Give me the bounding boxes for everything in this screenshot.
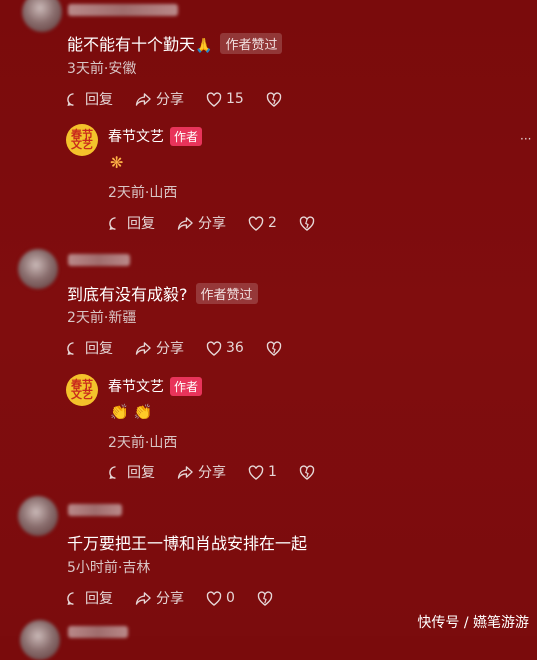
reply-icon bbox=[109, 216, 116, 230]
author-tag: 作者 bbox=[170, 127, 203, 146]
like-button[interactable]: 0 bbox=[206, 590, 235, 606]
reply-icon bbox=[67, 341, 74, 355]
author-tag: 作者 bbox=[170, 377, 203, 396]
broken-heart-icon bbox=[299, 215, 315, 231]
firework-emoji: ❋ bbox=[110, 153, 124, 172]
reply-button[interactable]: 回复 bbox=[66, 338, 113, 358]
reply-label: 回复 bbox=[127, 216, 155, 232]
broken-heart-icon bbox=[257, 590, 273, 606]
reply-icon bbox=[67, 591, 74, 605]
like-count: 15 bbox=[226, 91, 244, 107]
reply-label: 回复 bbox=[85, 341, 113, 357]
comment-actions: 回复 分享 0 bbox=[66, 588, 299, 608]
share-button[interactable]: 分享 bbox=[135, 89, 184, 109]
share-button[interactable]: 分享 bbox=[135, 338, 184, 358]
dislike-button[interactable] bbox=[266, 340, 286, 356]
username-blurred[interactable] bbox=[68, 4, 178, 16]
like-button[interactable]: 36 bbox=[206, 340, 244, 356]
reply-actions: 回复 分享 1 bbox=[108, 462, 341, 482]
reply-icon bbox=[109, 465, 116, 479]
share-icon bbox=[177, 465, 193, 479]
share-label: 分享 bbox=[198, 465, 226, 481]
watermark: 快传号 / 嬿笔游游 bbox=[417, 615, 529, 631]
comment-meta: 5小时前·吉林 bbox=[67, 560, 151, 576]
author-avatar-logo: 春节文艺 bbox=[71, 128, 93, 151]
comment-text: 千万要把王一博和肖战安排在一起 bbox=[67, 530, 307, 554]
author-liked-badge: 作者赞过 bbox=[195, 283, 258, 304]
reply-label: 回复 bbox=[127, 465, 155, 481]
clap-emoji: 👏 👏 bbox=[110, 403, 153, 421]
broken-heart-icon bbox=[299, 464, 315, 480]
reply-button[interactable]: 回复 bbox=[108, 462, 155, 482]
reply-meta: 2天前·山西 bbox=[108, 185, 178, 201]
like-count: 1 bbox=[268, 464, 277, 480]
like-button[interactable]: 15 bbox=[206, 91, 244, 107]
dislike-button[interactable] bbox=[266, 91, 286, 107]
dislike-button[interactable] bbox=[299, 464, 319, 480]
share-label: 分享 bbox=[156, 591, 184, 607]
share-icon bbox=[135, 341, 151, 355]
share-button[interactable]: 分享 bbox=[177, 462, 226, 482]
reply-button[interactable]: 回复 bbox=[108, 213, 155, 233]
username-blurred[interactable] bbox=[68, 626, 128, 638]
like-count: 2 bbox=[268, 215, 277, 231]
reply-label: 回复 bbox=[85, 92, 113, 108]
reply-icon bbox=[67, 92, 74, 106]
comment-content: 到底有没有成毅? bbox=[67, 285, 188, 304]
like-button[interactable]: 1 bbox=[248, 464, 277, 480]
username-blurred[interactable] bbox=[68, 504, 122, 516]
avatar[interactable] bbox=[22, 0, 62, 32]
heart-icon bbox=[206, 340, 222, 356]
share-label: 分享 bbox=[156, 341, 184, 357]
username-blurred[interactable] bbox=[68, 254, 130, 266]
reply-author-line: 春节文艺 作者 bbox=[108, 376, 203, 396]
comment-text: 能不能有十个勤天🙏 作者赞过 bbox=[67, 31, 283, 55]
reply-actions: 回复 分享 2 bbox=[108, 213, 341, 233]
comment-meta: 2天前·新疆 bbox=[67, 310, 137, 326]
author-avatar[interactable]: 春节文艺 bbox=[66, 124, 98, 156]
like-button[interactable]: 2 bbox=[248, 215, 277, 231]
reply-author-name[interactable]: 春节文艺 bbox=[108, 379, 164, 395]
reply-label: 回复 bbox=[85, 591, 113, 607]
share-label: 分享 bbox=[198, 216, 226, 232]
comment-text: 到底有没有成毅? 作者赞过 bbox=[67, 281, 258, 305]
like-count: 0 bbox=[226, 590, 235, 606]
author-avatar[interactable]: 春节文艺 bbox=[66, 374, 98, 406]
broken-heart-icon bbox=[266, 91, 282, 107]
share-icon bbox=[135, 591, 151, 605]
dislike-button[interactable] bbox=[299, 215, 319, 231]
share-label: 分享 bbox=[156, 92, 184, 108]
author-avatar-logo: 春节文艺 bbox=[71, 378, 93, 401]
share-icon bbox=[177, 216, 193, 230]
comment-meta: 3天前·安徽 bbox=[67, 61, 137, 77]
heart-icon bbox=[248, 215, 264, 231]
share-button[interactable]: 分享 bbox=[177, 213, 226, 233]
share-button[interactable]: 分享 bbox=[135, 588, 184, 608]
broken-heart-icon bbox=[266, 340, 282, 356]
comment-content: 能不能有十个勤天 bbox=[67, 35, 196, 54]
reply-author-line: 春节文艺 作者 bbox=[108, 126, 203, 146]
like-count: 36 bbox=[226, 340, 244, 356]
share-icon bbox=[135, 92, 151, 106]
reply-button[interactable]: 回复 bbox=[66, 588, 113, 608]
comment-content: 千万要把王一博和肖战安排在一起 bbox=[67, 534, 308, 553]
comment-actions: 回复 分享 36 bbox=[66, 338, 308, 358]
more-icon[interactable]: ··· bbox=[520, 132, 531, 146]
reply-meta: 2天前·山西 bbox=[108, 435, 178, 451]
avatar[interactable] bbox=[18, 249, 58, 289]
pray-emoji: 🙏 bbox=[195, 38, 213, 54]
avatar[interactable] bbox=[20, 620, 60, 660]
heart-icon bbox=[206, 590, 222, 606]
heart-icon bbox=[206, 91, 222, 107]
author-liked-badge: 作者赞过 bbox=[220, 33, 283, 54]
reply-button[interactable]: 回复 bbox=[66, 89, 113, 109]
avatar[interactable] bbox=[18, 496, 58, 536]
reply-author-name[interactable]: 春节文艺 bbox=[108, 129, 164, 145]
heart-icon bbox=[248, 464, 264, 480]
dislike-button[interactable] bbox=[257, 590, 277, 606]
comment-actions: 回复 分享 15 bbox=[66, 89, 308, 109]
